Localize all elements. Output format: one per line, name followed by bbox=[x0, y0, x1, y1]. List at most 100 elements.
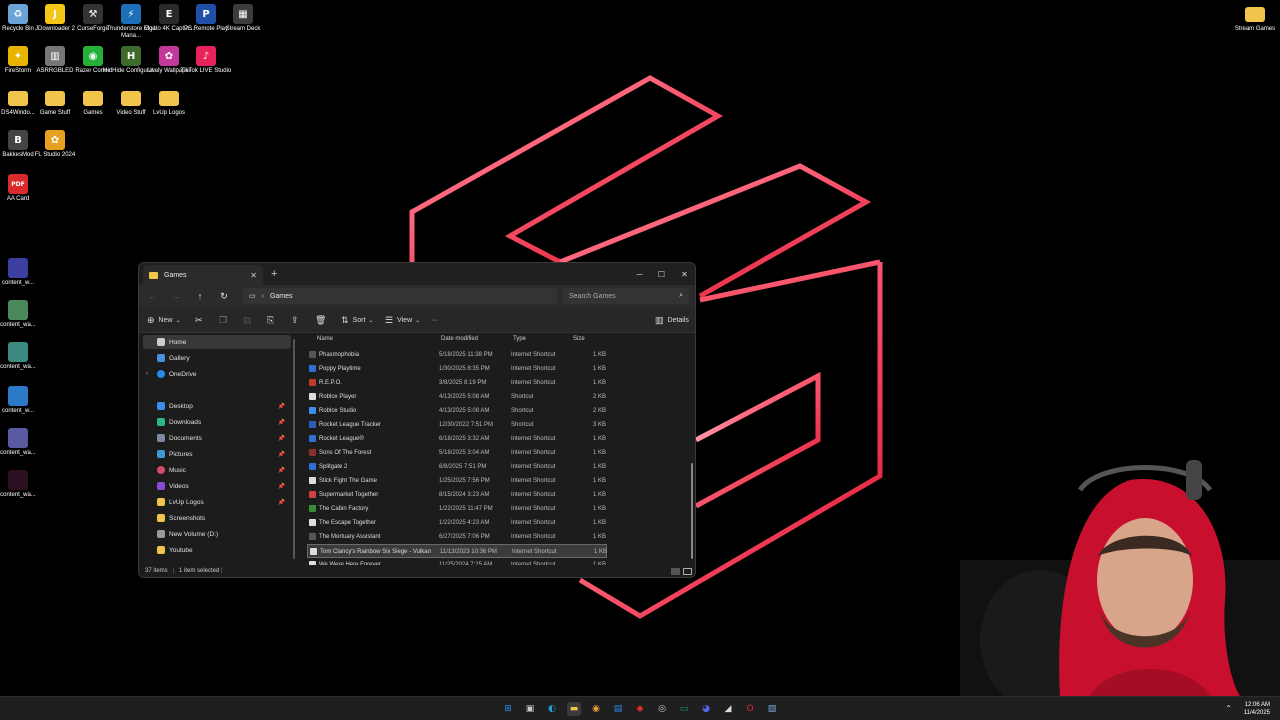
pin-icon[interactable]: 📌 bbox=[278, 467, 285, 474]
desktop-icon-label: content_wa... bbox=[0, 492, 36, 498]
cut-button[interactable]: ✂ bbox=[195, 312, 207, 328]
tiles-view-icon[interactable] bbox=[683, 568, 692, 575]
close-window-button[interactable]: ✕ bbox=[673, 263, 695, 285]
pictures-icon bbox=[157, 450, 165, 458]
nav-item-desktop[interactable]: Desktop 📌 bbox=[143, 399, 291, 413]
new-tab-button[interactable]: + bbox=[271, 268, 277, 280]
pin-icon[interactable]: 📌 bbox=[278, 435, 285, 442]
file-row[interactable]: The Cabin Factory 1/22/2025 11:47 PM Inter… bbox=[307, 502, 607, 516]
close-tab-icon[interactable]: ✕ bbox=[250, 271, 257, 280]
new-button[interactable]: ⊕ New ⌄ bbox=[147, 312, 181, 328]
file-explorer-icon[interactable]: ▬ bbox=[567, 702, 581, 716]
pin-icon[interactable]: 📌 bbox=[278, 483, 285, 490]
shortcut-icon bbox=[309, 463, 316, 470]
column-name[interactable]: Name bbox=[317, 336, 333, 342]
column-size[interactable]: Size bbox=[573, 336, 585, 342]
desktop-icon-19[interactable]: ✿ FL Studio 2024 bbox=[27, 130, 83, 159]
app-icon[interactable]: ▭ bbox=[677, 702, 691, 716]
desktop-icon-21[interactable]: content_w... bbox=[0, 258, 46, 287]
store-icon[interactable]: ▤ bbox=[611, 702, 625, 716]
nav-item-gallery[interactable]: Gallery bbox=[143, 351, 291, 365]
minimize-button[interactable]: ─ bbox=[628, 263, 651, 285]
nav-item-youtube[interactable]: Youtube bbox=[143, 543, 291, 557]
file-type: Shortcut bbox=[511, 394, 534, 400]
address-bar[interactable]: ▭ › Games bbox=[243, 288, 557, 304]
file-list-scrollbar[interactable] bbox=[691, 463, 693, 559]
forward-arrow-icon[interactable]: → bbox=[167, 288, 185, 304]
file-row[interactable]: Sons Of The Forest 5/18/2025 3:04 AM Inter… bbox=[307, 446, 607, 460]
refresh-icon[interactable]: ↻ bbox=[215, 288, 233, 304]
desktop-icon-6[interactable]: ▦ Stream Deck bbox=[215, 4, 271, 33]
file-row[interactable]: Stick Fight The Game 1/25/2025 7:56 PM Int… bbox=[307, 474, 607, 488]
details-view-icon[interactable] bbox=[671, 568, 680, 575]
file-row[interactable]: Supermarket Together 8/15/2024 3:23 AM Int… bbox=[307, 488, 607, 502]
pin-icon[interactable]: 📌 bbox=[278, 419, 285, 426]
file-row[interactable]: Roblox Player 4/13/2025 5:08 AM Shortcut 2 … bbox=[307, 390, 607, 404]
up-arrow-icon[interactable]: ↑ bbox=[191, 288, 209, 304]
obs-icon[interactable]: ◎ bbox=[655, 702, 669, 716]
desktop-icon-22[interactable]: content_wa... bbox=[0, 300, 46, 329]
nav-item-onedrive[interactable]: › OneDrive bbox=[143, 367, 291, 381]
tab-games[interactable]: Games ✕ bbox=[143, 265, 263, 285]
pin-icon[interactable]: 📌 bbox=[278, 451, 285, 458]
sort-button[interactable]: ⇅ Sort ⌄ bbox=[341, 312, 373, 328]
paste-button[interactable]: ▤ bbox=[243, 312, 256, 328]
column-date-modified[interactable]: Date modified bbox=[441, 336, 478, 342]
nav-item-screenshots[interactable]: Screenshots bbox=[143, 511, 291, 525]
file-row[interactable]: The Escape Together 1/22/2025 4:23 AM Inte… bbox=[307, 516, 607, 530]
app-icon[interactable]: ▧ bbox=[765, 702, 779, 716]
delete-button[interactable]: 🗑 bbox=[315, 312, 330, 328]
nav-scrollbar[interactable] bbox=[293, 339, 295, 559]
edge-icon[interactable]: ◐ bbox=[545, 702, 559, 716]
column-type[interactable]: Type bbox=[513, 336, 526, 342]
file-row[interactable]: Phasmophobia 5/18/2025 11:38 PM Internet S… bbox=[307, 348, 607, 362]
desktop-icon-25[interactable]: content_wa... bbox=[0, 428, 46, 457]
opera-gx-icon[interactable]: O bbox=[743, 702, 757, 716]
desktop-icon-23[interactable]: content_wa... bbox=[0, 342, 46, 371]
file-row[interactable]: Rocket League® 6/18/2025 3:32 AM Internet … bbox=[307, 432, 607, 446]
desktop-icon-24[interactable]: content_w... bbox=[0, 386, 46, 415]
file-row[interactable]: Rocket League Tracker 12/30/2022 7:51 PM S… bbox=[307, 418, 607, 432]
view-button[interactable]: ☰ View ⌄ bbox=[385, 312, 420, 328]
desktop-icon-26[interactable]: content_wa... bbox=[0, 470, 46, 499]
file-row[interactable]: Splitgate 2 6/8/2025 7:51 PM Internet Shor… bbox=[307, 460, 607, 474]
nav-item-videos[interactable]: Videos 📌 bbox=[143, 479, 291, 493]
more-options-button[interactable]: ··· bbox=[431, 312, 438, 328]
pin-icon[interactable]: 📌 bbox=[278, 403, 285, 410]
nav-item-music[interactable]: Music 📌 bbox=[143, 463, 291, 477]
search-input[interactable]: Search Games ⌕ bbox=[563, 288, 689, 304]
file-row[interactable]: Roblox Studio 4/13/2025 5:08 AM Shortcut 2 … bbox=[307, 404, 607, 418]
shortcut-icon bbox=[309, 393, 316, 400]
back-arrow-icon[interactable]: ← bbox=[143, 288, 161, 304]
task-view-icon[interactable]: ▣ bbox=[523, 702, 537, 716]
desktop-icon-27[interactable]: Stream Games bbox=[1227, 4, 1280, 33]
desktop-icon-17[interactable]: LvUp Logos bbox=[141, 88, 197, 117]
nav-item-new-volume[interactable]: New Volume (D:) bbox=[143, 527, 291, 541]
desktop-icon-12[interactable]: ♪ TikTok LIVE Studio bbox=[178, 46, 234, 75]
nav-item-lvup-logos[interactable]: LvUp Logos 📌 bbox=[143, 495, 291, 509]
rename-button[interactable]: ⎘ bbox=[267, 312, 278, 328]
file-row[interactable]: Poppy Playtime 1/30/2025 8:35 PM Internet … bbox=[307, 362, 607, 376]
file-row[interactable]: Tom Clancy's Rainbow Six Siege - Vulkan 1… bbox=[307, 544, 607, 558]
file-row[interactable]: The Mortuary Assistant 6/27/2025 7:06 PM I… bbox=[307, 530, 607, 544]
nav-item-downloads[interactable]: Downloads 📌 bbox=[143, 415, 291, 429]
nav-item-pictures[interactable]: Pictures 📌 bbox=[143, 447, 291, 461]
nav-item-home[interactable]: Home bbox=[143, 335, 291, 349]
pin-icon[interactable]: 📌 bbox=[278, 499, 285, 506]
system-tray-icon[interactable]: ⌃ bbox=[1225, 704, 1232, 713]
desktop-icon-20[interactable]: PDF AA Card bbox=[0, 174, 46, 203]
nav-item-documents[interactable]: Documents 📌 bbox=[143, 431, 291, 445]
maximize-button[interactable]: ☐ bbox=[650, 263, 673, 285]
windows-start-icon[interactable]: ⊞ bbox=[501, 702, 515, 716]
share-button[interactable]: ⇪ bbox=[291, 312, 303, 328]
chrome-icon[interactable]: ◉ bbox=[589, 702, 603, 716]
clock[interactable]: 12:06 AM 11/4/2025 bbox=[1244, 701, 1270, 717]
jdownloader-icon: J bbox=[45, 4, 65, 24]
app-icon[interactable]: ◆ bbox=[633, 702, 647, 716]
file-row[interactable]: R.E.P.O. 3/8/2025 8:19 PM Internet Shortcu… bbox=[307, 376, 607, 390]
details-label: Details bbox=[667, 316, 689, 324]
details-button[interactable]: ▥ Details bbox=[655, 312, 689, 328]
app-icon[interactable]: ◢ bbox=[721, 702, 735, 716]
discord-icon[interactable]: ◕ bbox=[699, 702, 713, 716]
copy-button[interactable]: ❐ bbox=[219, 312, 231, 328]
